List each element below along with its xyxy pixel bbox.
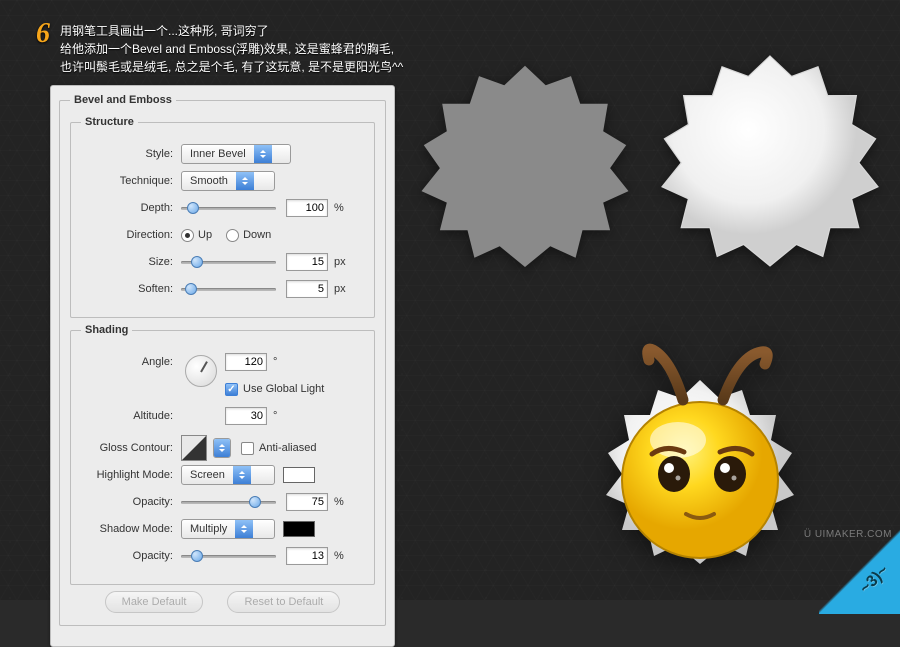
step-line-3: 也许叫鬃毛或是绒毛, 总之是个毛, 有了这玩意, 是不是更阳光鸟^^ — [60, 58, 403, 76]
shading-fieldset: Shading Angle: ° Use Global Light Altitu… — [70, 324, 375, 585]
make-default-button[interactable]: Make Default — [105, 591, 204, 613]
highlight-opacity-label: Opacity: — [81, 496, 181, 508]
soften-slider[interactable] — [181, 282, 276, 296]
panel-main-fieldset: Bevel and Emboss Structure Style: Inner … — [59, 94, 386, 626]
highlight-opacity-input[interactable] — [286, 493, 328, 511]
shadow-mode-value: Multiply — [182, 523, 235, 535]
dropdown-arrows-icon — [235, 520, 253, 538]
highlight-opacity-slider[interactable] — [181, 495, 276, 509]
dropdown-arrows-icon — [236, 172, 254, 190]
altitude-unit: ° — [273, 410, 277, 422]
panel-title: Bevel and Emboss — [70, 94, 176, 106]
shadow-opacity-unit: % — [334, 550, 344, 562]
starburst-grey — [410, 60, 640, 290]
shadow-color-swatch[interactable] — [283, 521, 315, 537]
angle-label: Angle: — [81, 356, 181, 368]
altitude-input[interactable] — [225, 407, 267, 425]
highlight-mode-label: Highlight Mode: — [81, 469, 181, 481]
direction-up-radio[interactable] — [181, 229, 194, 242]
step-line-1: 用钢笔工具画出一个...这种形, 哥词穷了 — [60, 22, 403, 40]
angle-input[interactable] — [225, 353, 267, 371]
step-number: 6 — [36, 18, 50, 50]
dropdown-arrows-icon — [254, 145, 272, 163]
size-unit: px — [334, 256, 346, 268]
size-input[interactable] — [286, 253, 328, 271]
soften-unit: px — [334, 283, 346, 295]
size-label: Size: — [81, 256, 181, 268]
structure-legend: Structure — [81, 116, 138, 128]
gloss-contour-label: Gloss Contour: — [81, 442, 181, 454]
antialiased-checkbox[interactable] — [241, 442, 254, 455]
antialiased-label: Anti-aliased — [259, 442, 316, 454]
corner-text: ~3)~ — [857, 562, 893, 598]
technique-label: Technique: — [81, 175, 181, 187]
dropdown-arrows-icon — [214, 439, 230, 457]
technique-value: Smooth — [182, 175, 236, 187]
direction-down-label: Down — [243, 229, 271, 241]
style-select[interactable]: Inner Bevel — [181, 144, 291, 164]
step-line-2: 给他添加一个Bevel and Emboss(浮雕)效果, 这是蜜蜂君的胸毛, — [60, 40, 403, 58]
direction-up-label: Up — [198, 229, 212, 241]
global-light-checkbox[interactable] — [225, 383, 238, 396]
soften-label: Soften: — [81, 283, 181, 295]
shadow-mode-label: Shadow Mode: — [81, 523, 181, 535]
gloss-contour-picker[interactable] — [181, 435, 207, 461]
depth-label: Depth: — [81, 202, 181, 214]
depth-slider[interactable] — [181, 201, 276, 215]
gloss-contour-dropdown[interactable] — [213, 438, 231, 458]
dropdown-arrows-icon — [233, 466, 251, 484]
starburst-white — [650, 50, 890, 290]
highlight-color-swatch[interactable] — [283, 467, 315, 483]
bevel-emboss-panel: Bevel and Emboss Structure Style: Inner … — [50, 85, 395, 647]
style-value: Inner Bevel — [182, 148, 254, 160]
highlight-opacity-unit: % — [334, 496, 344, 508]
depth-input[interactable] — [286, 199, 328, 217]
shadow-mode-select[interactable]: Multiply — [181, 519, 275, 539]
structure-fieldset: Structure Style: Inner Bevel Technique: … — [70, 116, 375, 318]
technique-select[interactable]: Smooth — [181, 171, 275, 191]
highlight-mode-value: Screen — [182, 469, 233, 481]
highlight-mode-select[interactable]: Screen — [181, 465, 275, 485]
shadow-opacity-input[interactable] — [286, 547, 328, 565]
angle-dial[interactable] — [185, 355, 217, 387]
style-label: Style: — [81, 148, 181, 160]
shadow-opacity-label: Opacity: — [81, 550, 181, 562]
shading-legend: Shading — [81, 324, 132, 336]
reset-default-button[interactable]: Reset to Default — [227, 591, 340, 613]
depth-unit: % — [334, 202, 344, 214]
direction-down-radio[interactable] — [226, 229, 239, 242]
size-slider[interactable] — [181, 255, 276, 269]
shadow-opacity-slider[interactable] — [181, 549, 276, 563]
bee-illustration — [575, 330, 825, 580]
global-light-label: Use Global Light — [243, 383, 324, 395]
altitude-label: Altitude: — [81, 410, 181, 422]
step-description: 用钢笔工具画出一个...这种形, 哥词穷了 给他添加一个Bevel and Em… — [60, 22, 403, 76]
direction-label: Direction: — [81, 229, 181, 241]
angle-unit: ° — [273, 356, 277, 368]
soften-input[interactable] — [286, 280, 328, 298]
